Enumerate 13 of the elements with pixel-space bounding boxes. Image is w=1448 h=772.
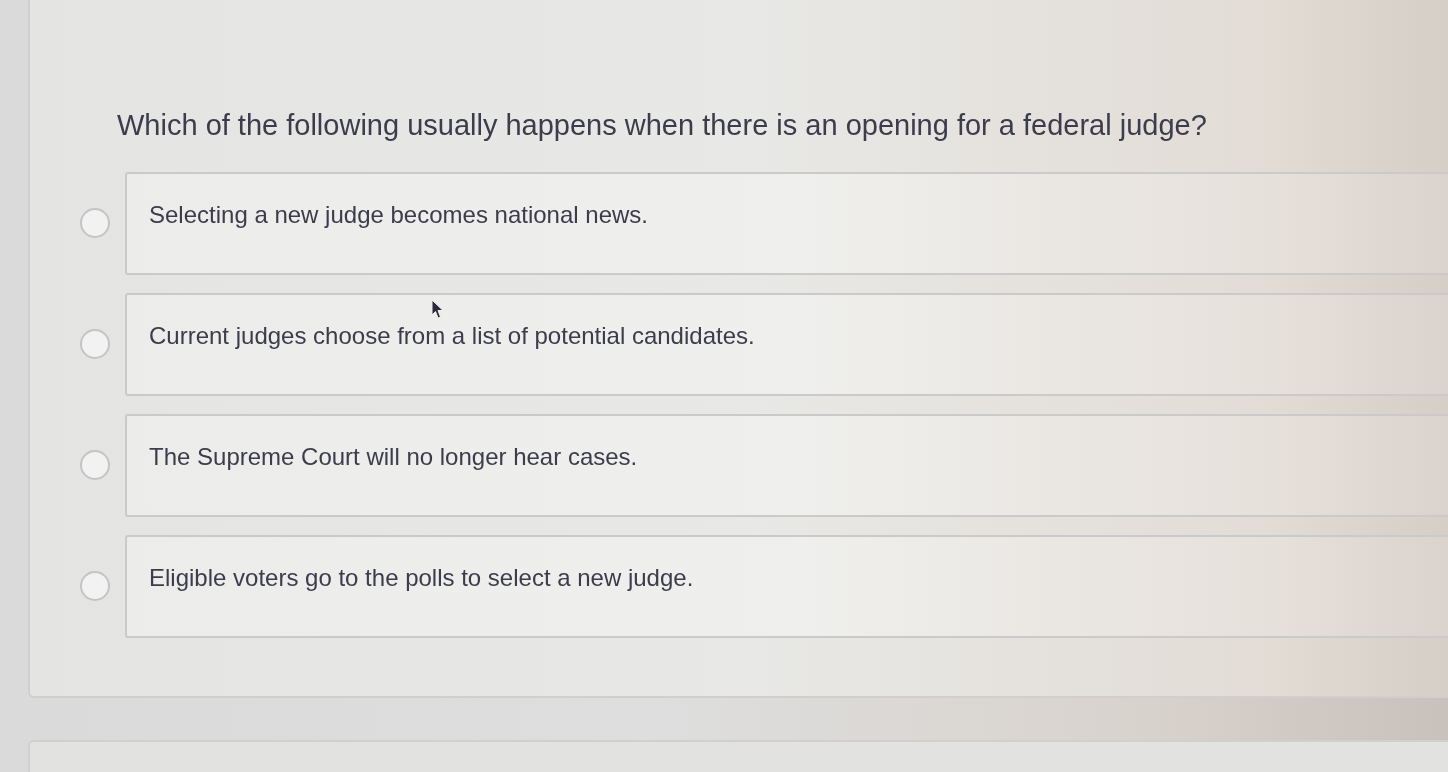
answer-option[interactable]: Current judges choose from a list of potential candidates.: [125, 293, 1448, 396]
radio-button[interactable]: [80, 450, 110, 480]
answer-option[interactable]: Selecting a new judge becomes national news.: [125, 172, 1448, 275]
radio-button[interactable]: [80, 329, 110, 359]
radio-button[interactable]: [80, 208, 110, 238]
option-text: Eligible voters go to the polls to select a new judge.: [149, 564, 694, 591]
option-text: The Supreme Court will no longer hear cases.: [149, 443, 638, 470]
answer-option[interactable]: The Supreme Court will no longer hear cases.: [125, 414, 1448, 517]
question-text: Which of the following usually happens when there is an opening for a federal judge?: [117, 108, 1208, 142]
radio-button[interactable]: [80, 571, 110, 601]
option-text: Selecting a new judge becomes national news.: [149, 201, 648, 228]
answer-option[interactable]: Eligible voters go to the polls to select a new judge.: [125, 535, 1448, 638]
option-text: Current judges choose from a list of potential candidates.: [149, 322, 755, 349]
